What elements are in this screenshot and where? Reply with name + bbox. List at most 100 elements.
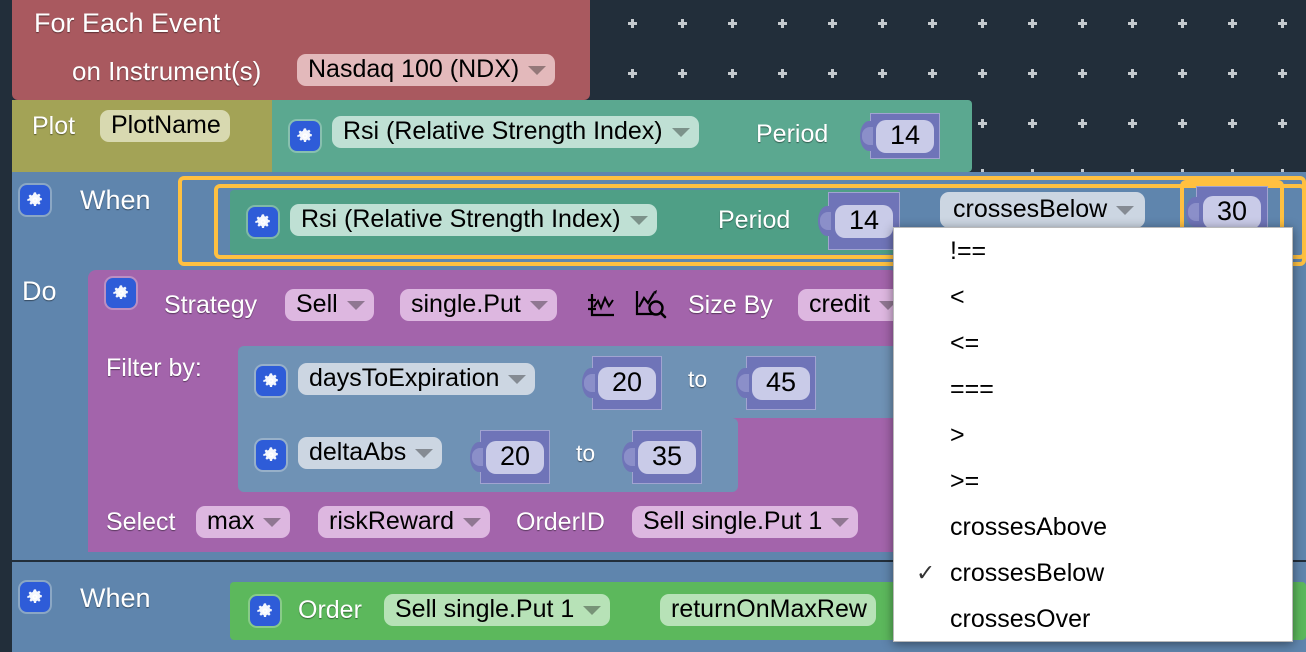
gear-icon[interactable] bbox=[250, 596, 280, 626]
filter-field-value: deltaAbs bbox=[309, 438, 407, 466]
select-agg-value: max bbox=[207, 507, 255, 535]
comparator-dropdown-menu[interactable]: !== < <= === > >= crossesAbove ✓ crosses… bbox=[893, 227, 1293, 642]
select-label: Select bbox=[106, 508, 176, 536]
filter-to-value: 45 bbox=[751, 366, 811, 400]
instrument-dropdown[interactable]: Nasdaq 100 (NDX) bbox=[297, 54, 556, 86]
plot-chart-icon[interactable] bbox=[586, 290, 616, 325]
chevron-down-icon bbox=[629, 216, 648, 225]
grid-plus-marker bbox=[778, 19, 787, 28]
grid-plus-marker bbox=[878, 69, 887, 78]
when-rsi-period-value-block[interactable]: 14 bbox=[818, 192, 900, 250]
orderid-dropdown[interactable]: Sell single.Put 1 bbox=[632, 506, 859, 538]
filter-field-dropdown[interactable]: daysToExpiration bbox=[298, 363, 536, 395]
size-by-dropdown[interactable]: credit bbox=[798, 289, 907, 321]
strategy-structure-dropdown[interactable]: single.Put bbox=[400, 289, 557, 321]
menu-item-label: crossesAbove bbox=[950, 512, 1108, 541]
grid-plus-marker bbox=[1278, 19, 1287, 28]
when-rsi-period-value: 14 bbox=[834, 204, 894, 238]
filter-to-block[interactable]: 35 bbox=[622, 430, 702, 484]
check-icon: ✓ bbox=[916, 559, 936, 586]
filter-to-block[interactable]: 45 bbox=[736, 356, 816, 410]
filter-row[interactable]: deltaAbs 20 to 35 bbox=[238, 418, 738, 492]
puzzle-tab bbox=[860, 121, 874, 151]
filter-from-block[interactable]: 20 bbox=[470, 430, 550, 484]
plot-period-value-block[interactable]: 14 bbox=[860, 113, 940, 159]
menu-item[interactable]: < bbox=[894, 274, 1292, 320]
puzzle-tab bbox=[470, 442, 484, 472]
filter-to-label: to bbox=[576, 440, 596, 466]
order-value: Sell single.Put 1 bbox=[395, 595, 575, 623]
for-each-event-block[interactable]: For Each Event on Instrument(s) Nasdaq 1… bbox=[12, 0, 590, 109]
order-metric-dropdown[interactable]: returnOnMaxRew bbox=[660, 594, 876, 626]
filter-to-label: to bbox=[688, 366, 708, 392]
grid-plus-marker bbox=[928, 69, 937, 78]
menu-item[interactable]: === bbox=[894, 366, 1292, 412]
grid-plus-marker bbox=[1228, 119, 1237, 128]
puzzle-tab bbox=[582, 368, 596, 398]
grid-plus-marker bbox=[728, 69, 737, 78]
filter-from-block[interactable]: 20 bbox=[582, 356, 662, 410]
grid-plus-marker bbox=[878, 19, 887, 28]
orderid-label: OrderID bbox=[516, 508, 605, 536]
for-each-event-instrument-label: on Instrument(s) bbox=[72, 56, 262, 86]
strategy-action-dropdown[interactable]: Sell bbox=[285, 289, 374, 321]
menu-item[interactable]: crossesAbove bbox=[894, 504, 1292, 550]
grid-plus-marker bbox=[1028, 69, 1037, 78]
grid-plus-marker bbox=[678, 69, 687, 78]
plot-name-value: PlotName bbox=[111, 111, 221, 139]
select-metric-dropdown[interactable]: riskReward bbox=[318, 506, 491, 538]
grid-plus-marker bbox=[978, 119, 987, 128]
menu-item[interactable]: !== bbox=[894, 228, 1292, 274]
grid-plus-marker bbox=[778, 69, 787, 78]
chart-magnifier-icon[interactable] bbox=[634, 288, 668, 325]
when-rsi-indicator-dropdown[interactable]: Rsi (Relative Strength Index) bbox=[290, 204, 657, 236]
order-value-dropdown[interactable]: Sell single.Put 1 bbox=[384, 594, 611, 626]
filter-by-label: Filter by: bbox=[106, 354, 202, 382]
gear-icon[interactable] bbox=[20, 582, 50, 612]
strategy-label: Strategy bbox=[164, 291, 258, 319]
select-metric-value: riskReward bbox=[329, 507, 455, 535]
gear-icon[interactable] bbox=[106, 278, 136, 308]
grid-plus-marker bbox=[1078, 119, 1087, 128]
menu-item-label: < bbox=[950, 282, 965, 311]
grid-plus-marker bbox=[1178, 69, 1187, 78]
menu-item-label: <= bbox=[950, 328, 980, 357]
filter-row[interactable]: daysToExpiration 20 to 45 bbox=[238, 346, 898, 418]
grid-plus-marker bbox=[628, 19, 637, 28]
grid-plus-marker bbox=[1228, 69, 1237, 78]
plot-indicator-dropdown[interactable]: Rsi (Relative Strength Index) bbox=[332, 116, 699, 148]
menu-item[interactable]: <= bbox=[894, 320, 1292, 366]
chevron-down-icon bbox=[415, 449, 434, 458]
menu-item[interactable]: >= bbox=[894, 458, 1292, 504]
gear-icon[interactable] bbox=[20, 185, 50, 215]
gear-icon[interactable] bbox=[256, 366, 286, 396]
gear-icon[interactable] bbox=[248, 207, 278, 237]
when-rsi-indicator-block[interactable]: Rsi (Relative Strength Index) Period bbox=[230, 190, 900, 254]
puzzle-tab bbox=[736, 368, 750, 398]
menu-item-label: crossesBelow bbox=[950, 558, 1105, 587]
filter-from-value: 20 bbox=[597, 366, 657, 400]
when-rsi-label: When bbox=[80, 185, 151, 215]
comparator-dropdown[interactable]: crossesBelow bbox=[940, 192, 1146, 228]
menu-item-label: > bbox=[950, 420, 965, 449]
menu-item-label: crossesOver bbox=[950, 604, 1091, 633]
menu-item-selected[interactable]: ✓ crossesBelow bbox=[894, 550, 1292, 596]
plot-indicator-block[interactable]: Rsi (Relative Strength Index) Period 14 bbox=[272, 100, 972, 172]
filter-field-dropdown[interactable]: deltaAbs bbox=[298, 437, 443, 469]
select-agg-dropdown[interactable]: max bbox=[196, 506, 291, 538]
grid-plus-marker bbox=[1128, 69, 1137, 78]
size-by-value: credit bbox=[809, 290, 871, 318]
menu-item[interactable]: crossesOver bbox=[894, 596, 1292, 642]
grid-plus-marker bbox=[1078, 69, 1087, 78]
gear-icon[interactable] bbox=[256, 440, 286, 470]
grid-plus-marker bbox=[728, 19, 737, 28]
plot-name-field[interactable]: PlotName bbox=[100, 110, 230, 142]
grid-plus-marker bbox=[1228, 19, 1237, 28]
chevron-down-icon bbox=[346, 301, 365, 310]
menu-item[interactable]: > bbox=[894, 412, 1292, 458]
chevron-down-icon bbox=[508, 375, 527, 384]
plot-block[interactable]: Plot PlotName bbox=[12, 100, 272, 181]
order-metric-value: returnOnMaxRew bbox=[671, 595, 867, 623]
gear-icon[interactable] bbox=[290, 121, 320, 151]
puzzle-tab bbox=[1186, 197, 1200, 227]
